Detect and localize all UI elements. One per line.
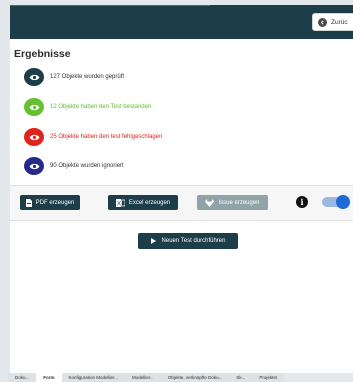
header-bar: Zurüc (10, 5, 353, 39)
result-row[interactable]: 127 Objekte wurden geprüft (24, 68, 124, 86)
result-text: 127 Objekte wurden geprüft (50, 74, 125, 80)
pdf-button-label: PDF erzeugen (35, 199, 75, 206)
bottom-tab[interactable]: Form (36, 373, 62, 382)
bottom-tab[interactable]: Projektst (252, 373, 284, 382)
page-title: Ergebnisse (14, 48, 71, 60)
bottom-tab-bar: Doku... Form Konfiguration Modellier... Mod… (8, 373, 353, 382)
excel-button-label: Excel erzeugen (128, 199, 171, 206)
back-button[interactable]: Zurüc (312, 13, 353, 31)
pdf-button[interactable]: PDF erzeugen (20, 195, 80, 210)
play-icon (150, 238, 156, 244)
actions-toolbar: PDF erzeugen X Excel erzeugen Issue erze… (10, 185, 353, 221)
result-text: 12 Objekte haben den Test bestanden (50, 104, 152, 110)
result-row[interactable]: 12 Objekte haben den Test bestanden (24, 98, 151, 116)
toggle-knob (336, 195, 350, 209)
result-row[interactable]: 90 Objekte wurden ignoriert (24, 157, 124, 175)
result-text: 90 Objekte wurden ignoriert (50, 163, 124, 169)
eye-icon[interactable] (24, 68, 44, 86)
result-text: 25 Objekte haben den test fehlgeschlagen (50, 134, 163, 140)
view-toggle[interactable] (322, 195, 350, 209)
pdf-file-icon (25, 198, 32, 207)
eye-icon[interactable] (24, 98, 44, 116)
bottom-tab[interactable]: Konfiguration Modellier... (61, 373, 126, 382)
eye-icon[interactable] (24, 157, 44, 175)
run-test-label: Neuen Test durchführen (161, 238, 226, 244)
run-test-button[interactable]: Neuen Test durchführen (138, 233, 238, 249)
back-label: Zurüc (331, 18, 348, 26)
main-panel: Zurüc Ergebnisse 127 Objekte wurden gepr… (10, 5, 353, 373)
excel-button[interactable]: X Excel erzeugen (108, 195, 178, 210)
chevron-left-icon (318, 17, 327, 27)
bottom-tab[interactable]: Objekte, verknüpfte Doku... (160, 373, 230, 382)
eye-icon[interactable] (24, 128, 44, 146)
issue-button-label: Issue erzeugen (218, 199, 260, 206)
info-icon[interactable]: i (296, 196, 308, 208)
issue-button[interactable]: Issue erzeugen (197, 195, 268, 210)
result-row[interactable]: 25 Objekte haben den test fehlgeschlagen (24, 128, 162, 146)
gitlab-icon (205, 198, 215, 207)
bottom-tab[interactable]: Sk... (229, 373, 253, 382)
excel-file-icon: X (115, 198, 125, 207)
svg-text:X: X (117, 201, 121, 207)
bottom-tab[interactable]: Doku... (8, 373, 37, 382)
bottom-tab[interactable]: Modellier... (125, 373, 161, 382)
header-divider (10, 5, 210, 6)
